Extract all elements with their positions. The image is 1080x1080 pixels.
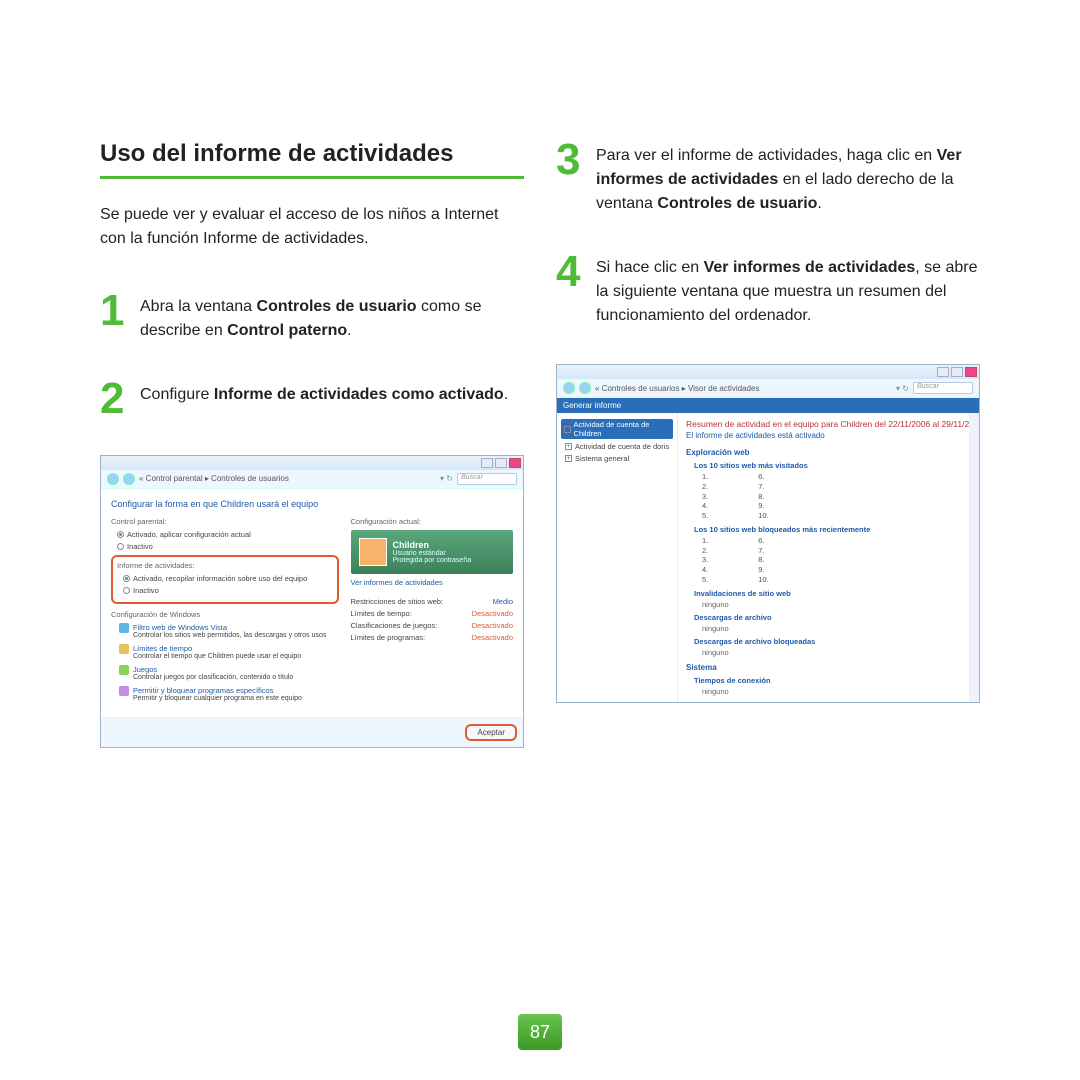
link-timelimits[interactable]: Límites de tiempoControlar el tiempo que… — [119, 644, 339, 660]
visited-list: 1.2.3.4.5. 6.7.8.9.10. — [686, 472, 971, 521]
tree-item-children[interactable]: +Actividad de cuenta de Children — [561, 419, 673, 439]
step-4: 4 Si hace clic en Ver informes de activi… — [556, 252, 980, 328]
screenshot-activity-viewer: « Controles de usuarios ▸ Visor de activ… — [556, 364, 980, 703]
blocked-list: 1.2.3.4.5. 6.7.8.9.10. — [686, 536, 971, 585]
kv-programlimits: Límites de programas:Desactivado — [351, 633, 514, 642]
tree-panel: +Actividad de cuenta de Children +Activi… — [557, 413, 677, 702]
txt-dl-none: ninguno — [686, 624, 971, 633]
minimize-icon[interactable] — [937, 367, 949, 377]
accept-button[interactable]: Aceptar — [465, 724, 517, 741]
address-bar: « Control parental ▸ Controles de usuari… — [101, 470, 523, 489]
nav-back-icon[interactable] — [563, 382, 575, 394]
page-number: 87 — [518, 1014, 562, 1050]
step-body-4: Si hace clic en Ver informes de activida… — [596, 252, 980, 328]
user-type: Usuario estándar — [393, 550, 472, 557]
txt-dlb-none: ninguno — [686, 648, 971, 657]
scrollbar[interactable] — [969, 413, 979, 702]
link-programs[interactable]: Permitir y bloquear programas específico… — [119, 686, 339, 702]
label-winconf: Configuración de Windows — [111, 610, 339, 619]
radio-report-off[interactable]: Inactivo — [117, 586, 333, 595]
sub-blocked-dl: Descargas de archivo bloqueadas — [686, 637, 971, 646]
page-title: Uso del informe de actividades — [100, 140, 524, 179]
step-num-3: 3 — [556, 140, 586, 216]
maximize-icon[interactable] — [495, 458, 507, 468]
section-web: Exploración web — [686, 448, 971, 457]
minimize-icon[interactable] — [481, 458, 493, 468]
close-icon[interactable] — [965, 367, 977, 377]
step-3: 3 Para ver el informe de actividades, ha… — [556, 140, 980, 216]
window-titlebar — [557, 365, 979, 379]
search-input[interactable]: Buscar — [913, 382, 973, 394]
nav-fwd-icon[interactable] — [579, 382, 591, 394]
generate-report-link[interactable]: Generar informe — [557, 398, 979, 413]
step-body-1: Abra la ventana Controles de usuario com… — [140, 291, 524, 343]
txt-conn-none: ninguno — [686, 687, 971, 696]
step-num-2: 2 — [100, 379, 130, 419]
close-icon[interactable] — [509, 458, 521, 468]
sub-visited: Los 10 sitios web más visitados — [686, 461, 971, 470]
user-name: Children — [393, 540, 472, 550]
sub-connections: Tiempos de conexión — [686, 676, 971, 685]
breadcrumb[interactable]: « Control parental ▸ Controles de usuari… — [139, 474, 436, 483]
step-num-4: 4 — [556, 252, 586, 328]
link-webfilter[interactable]: Filtro web de Windows VistaControlar los… — [119, 623, 339, 639]
radio-report-on[interactable]: Activado, recopilar información sobre us… — [117, 574, 333, 583]
sub-blocked: Los 10 sitios web bloqueados más recient… — [686, 525, 971, 534]
breadcrumb[interactable]: « Controles de usuarios ▸ Visor de activ… — [595, 384, 892, 393]
kv-webrestrict: Restricciones de sitios web:Medio — [351, 597, 514, 606]
kv-gamerating: Clasificaciones de juegos:Desactivado — [351, 621, 514, 630]
step-1: 1 Abra la ventana Controles de usuario c… — [100, 291, 524, 343]
tree-item-doris[interactable]: +Actividad de cuenta de doris — [561, 442, 673, 451]
report-title: Resumen de actividad en el equipo para C… — [686, 419, 971, 429]
label-report: Informe de actividades: — [117, 561, 333, 570]
window-titlebar — [101, 456, 523, 470]
user-card: Children Usuario estándar Protegida por … — [351, 530, 514, 574]
sub-invalid: Invalidaciones de sitio web — [686, 589, 971, 598]
report-status: El informe de actividades está activado — [686, 431, 971, 440]
radio-active[interactable]: Activado, aplicar configuración actual — [111, 530, 339, 539]
maximize-icon[interactable] — [951, 367, 963, 377]
right-column: 3 Para ver el informe de actividades, ha… — [556, 140, 980, 748]
nav-fwd-icon[interactable] — [123, 473, 135, 485]
nav-back-icon[interactable] — [107, 473, 119, 485]
config-header: Configurar la forma en que Children usar… — [111, 499, 513, 509]
sub-downloads: Descargas de archivo — [686, 613, 971, 622]
step-body-3: Para ver el informe de actividades, haga… — [596, 140, 980, 216]
step-num-1: 1 — [100, 291, 130, 343]
step-body-2: Configure Informe de actividades como ac… — [140, 379, 508, 419]
step-2: 2 Configure Informe de actividades como … — [100, 379, 524, 419]
tree-item-system[interactable]: +Sistema general — [561, 454, 673, 463]
highlight-activity-report: Informe de actividades: Activado, recopi… — [111, 555, 339, 604]
section-system: Sistema — [686, 663, 971, 672]
txt-invalid-none: ninguno — [686, 600, 971, 609]
label-current-config: Configuración actual: — [351, 517, 514, 526]
link-games[interactable]: JuegosControlar juegos por clasificación… — [119, 665, 339, 681]
report-panel: Resumen de actividad en el equipo para C… — [677, 413, 979, 702]
intro-text: Se puede ver y evaluar el acceso de los … — [100, 203, 524, 251]
link-view-reports[interactable]: Ver informes de actividades — [351, 578, 514, 587]
search-input[interactable]: Buscar — [457, 473, 517, 485]
radio-inactive[interactable]: Inactivo — [111, 542, 339, 551]
kv-timelimits: Límites de tiempo:Desactivado — [351, 609, 514, 618]
user-protection: Protegida por contraseña — [393, 557, 472, 564]
label-parental: Control parental: — [111, 517, 339, 526]
screenshot-user-controls: « Control parental ▸ Controles de usuari… — [100, 455, 524, 748]
left-column: Uso del informe de actividades Se puede … — [100, 140, 524, 748]
address-bar: « Controles de usuarios ▸ Visor de activ… — [557, 379, 979, 398]
avatar — [359, 538, 387, 566]
